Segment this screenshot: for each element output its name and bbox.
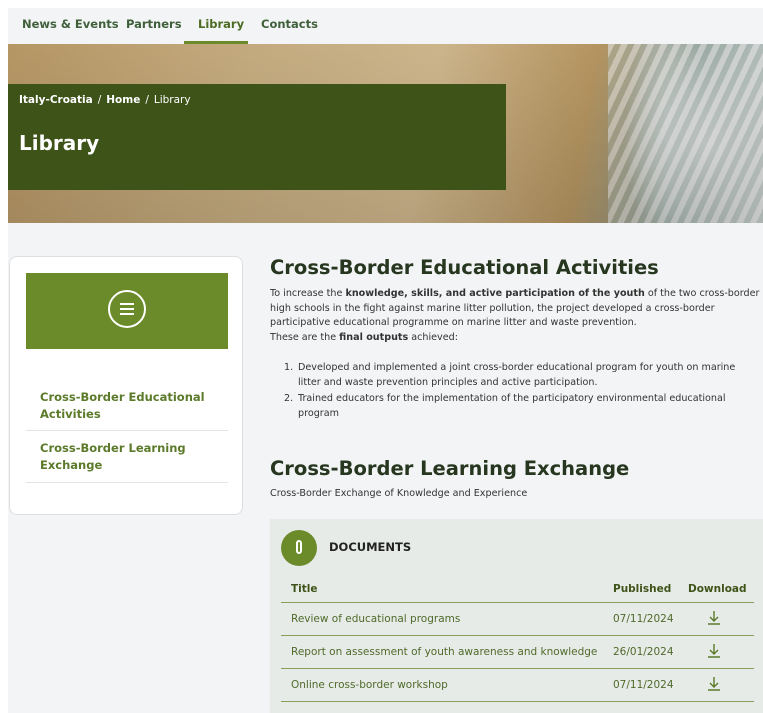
download-icon[interactable] bbox=[705, 609, 723, 627]
section-intro: To increase the knowledge, skills, and a… bbox=[270, 288, 760, 343]
download-icon[interactable] bbox=[705, 675, 723, 693]
hero-banner: Italy-Croatia / Home / Library Library bbox=[8, 44, 763, 223]
nav-contacts[interactable]: Contacts bbox=[261, 8, 318, 44]
table-row: Review of educational programs 07/11/202… bbox=[281, 603, 754, 636]
documents-heading: DOCUMENTS bbox=[329, 540, 412, 554]
section-title-learning-exchange: Cross-Border Learning Exchange bbox=[270, 457, 630, 480]
breadcrumb-current: Library bbox=[153, 94, 191, 106]
list-item: 1. Developed and implemented a joint cro… bbox=[284, 362, 736, 388]
sidebar-card: Cross-Border Educational Activities Cros… bbox=[9, 256, 243, 515]
sidebar-menu-header bbox=[26, 273, 228, 349]
nav-news-events[interactable]: News & Events bbox=[22, 8, 119, 44]
column-header-title: Title bbox=[291, 583, 318, 595]
document-published-date: 07/11/2024 bbox=[613, 679, 674, 691]
section-subtitle: Cross-Border Exchange of Knowledge and E… bbox=[270, 488, 528, 499]
table-row: Report on assessment of youth awareness … bbox=[281, 636, 754, 669]
breadcrumb-home[interactable]: Home bbox=[106, 94, 140, 106]
documents-panel: DOCUMENTS Title Published Download Revie… bbox=[270, 519, 763, 713]
nav-library[interactable]: Library bbox=[198, 8, 244, 44]
document-title-link[interactable]: Review of educational programs bbox=[291, 613, 460, 625]
column-header-published: Published bbox=[613, 583, 672, 595]
top-nav: News & Events Partners Library Contacts bbox=[8, 8, 763, 44]
document-title-link[interactable]: Online cross-border workshop bbox=[291, 679, 448, 691]
breadcrumb: Italy-Croatia / Home / Library bbox=[19, 94, 191, 106]
outputs-list: 1. Developed and implemented a joint cro… bbox=[284, 361, 760, 423]
paperclip-icon bbox=[281, 530, 317, 566]
download-icon[interactable] bbox=[705, 642, 723, 660]
list-item: 2. Trained educators for the implementat… bbox=[284, 393, 726, 419]
breadcrumb-root[interactable]: Italy-Croatia bbox=[19, 94, 93, 106]
column-header-download: Download bbox=[688, 583, 747, 595]
hamburger-icon[interactable] bbox=[108, 290, 146, 328]
sidebar-item-learning-exchange[interactable]: Cross-Border Learning Exchange bbox=[26, 440, 228, 483]
page-title: Library bbox=[19, 131, 100, 155]
nav-partners[interactable]: Partners bbox=[126, 8, 182, 44]
document-published-date: 26/01/2024 bbox=[613, 646, 674, 658]
document-title-link[interactable]: Report on assessment of youth awareness … bbox=[291, 646, 597, 658]
sidebar-item-educational-activities[interactable]: Cross-Border Educational Activities bbox=[26, 389, 228, 431]
section-title-educational-activities: Cross-Border Educational Activities bbox=[270, 256, 659, 279]
table-row: Online cross-border workshop 07/11/2024 bbox=[281, 669, 754, 702]
document-published-date: 07/11/2024 bbox=[613, 613, 674, 625]
